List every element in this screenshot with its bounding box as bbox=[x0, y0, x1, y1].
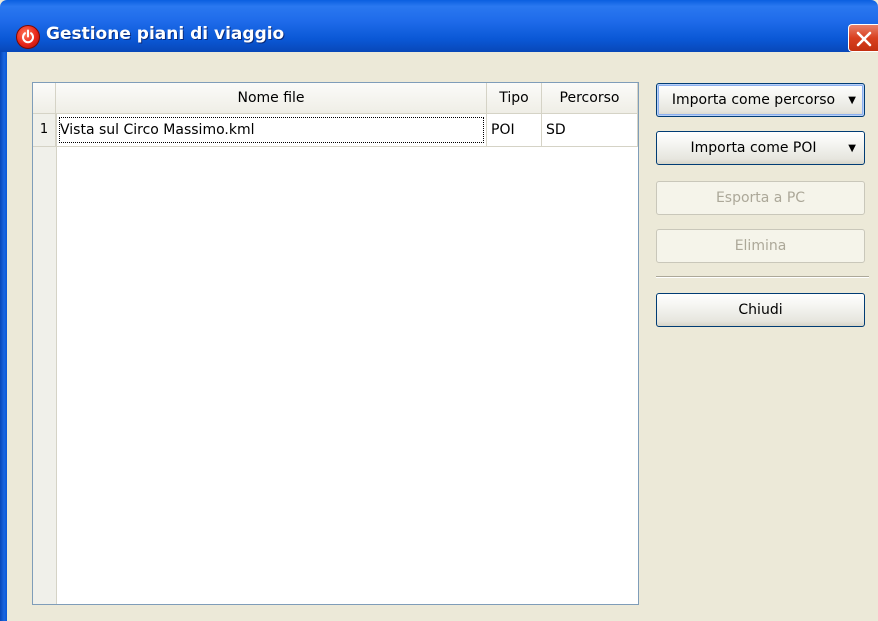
title-bar[interactable]: Gestione piani di viaggio bbox=[0, 0, 878, 52]
delete-label: Elimina bbox=[734, 238, 787, 254]
close-button[interactable]: Chiudi bbox=[656, 293, 865, 327]
caret-down-icon: ▼ bbox=[848, 143, 856, 154]
import-route-button[interactable]: Importa come percorso ▼ bbox=[656, 83, 865, 117]
cell-tipo[interactable]: POI bbox=[487, 114, 542, 146]
row-header-column bbox=[33, 83, 57, 604]
file-table[interactable]: Nome file Tipo Percorso 1 Vista sul Circ… bbox=[32, 82, 639, 605]
export-pc-label: Esporta a PC bbox=[715, 190, 806, 206]
caret-down-icon: ▼ bbox=[848, 95, 856, 106]
window-frame-left bbox=[0, 52, 7, 621]
column-header-nome-file[interactable]: Nome file bbox=[56, 83, 487, 113]
column-header-tipo[interactable]: Tipo bbox=[487, 83, 542, 113]
cell-nome-file[interactable]: Vista sul Circo Massimo.kml bbox=[56, 114, 487, 146]
delete-button[interactable]: Elimina bbox=[656, 229, 865, 263]
table-row[interactable]: 1 Vista sul Circo Massimo.kml POI SD bbox=[33, 114, 638, 147]
window-title: Gestione piani di viaggio bbox=[46, 24, 285, 44]
power-icon bbox=[16, 25, 40, 49]
close-icon bbox=[856, 31, 872, 47]
dialog-window: Gestione piani di viaggio Nome file Tipo… bbox=[0, 0, 878, 621]
import-poi-button[interactable]: Importa come POI ▼ bbox=[656, 131, 865, 165]
row-number: 1 bbox=[33, 114, 56, 146]
column-header-percorso[interactable]: Percorso bbox=[542, 83, 638, 113]
close-label: Chiudi bbox=[738, 302, 783, 318]
cell-percorso[interactable]: SD bbox=[542, 114, 638, 146]
export-pc-button[interactable]: Esporta a PC bbox=[656, 181, 865, 215]
corner-header-cell[interactable] bbox=[33, 83, 56, 113]
import-route-label: Importa come percorso bbox=[671, 92, 836, 108]
close-window-button[interactable] bbox=[848, 24, 878, 52]
button-separator bbox=[656, 276, 869, 278]
table-header: Nome file Tipo Percorso bbox=[33, 83, 638, 114]
import-poi-label: Importa come POI bbox=[690, 140, 817, 156]
